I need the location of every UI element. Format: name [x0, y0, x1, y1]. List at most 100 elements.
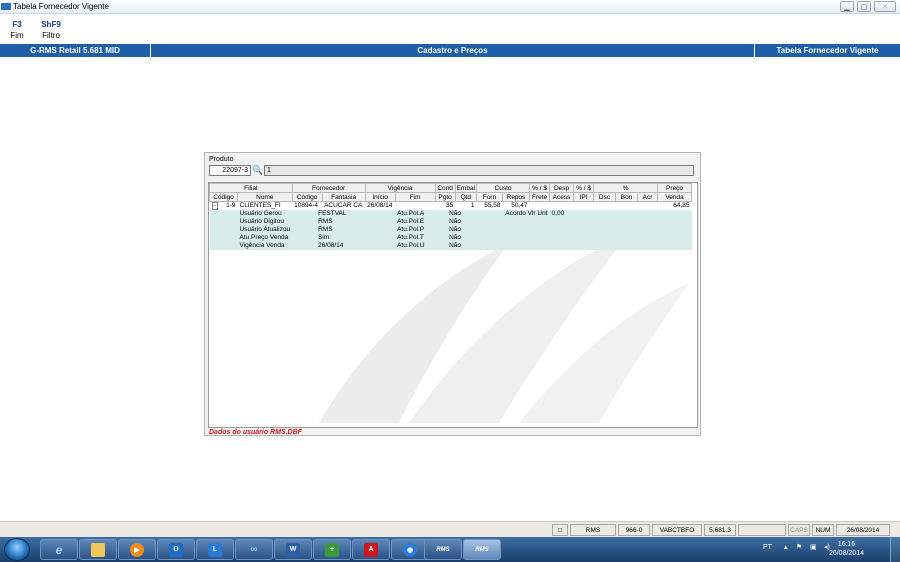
fkey-filtro[interactable]: ShF9 Filtro: [38, 20, 64, 40]
install-icon[interactable]: +: [313, 539, 351, 560]
collapse-toggle-icon[interactable]: −: [211, 202, 219, 210]
main-panel: Produto 22097-3 🔍 1 Filial Fornecedor Vi…: [204, 152, 701, 436]
group-desp: Desp: [549, 183, 575, 193]
col-frete[interactable]: Frete: [529, 192, 551, 202]
detail-value: RMS: [292, 225, 366, 234]
cell-forn: 55,58: [476, 201, 503, 210]
detail-row: Usuário Digitou RMS Atu.Pol.E Não: [209, 217, 692, 226]
rms-icon[interactable]: RMS: [463, 539, 501, 560]
col-repos[interactable]: Repos: [502, 192, 531, 202]
status-user: RMS: [570, 524, 616, 536]
col-inicio[interactable]: Início: [364, 192, 396, 202]
cell-acr: [637, 201, 658, 210]
status-caps: CAPS: [788, 524, 810, 536]
cell-frete: [529, 201, 550, 210]
fkey-key: ShF9: [41, 20, 61, 29]
module-name: Cadastro e Preços: [417, 46, 488, 55]
detail-extra-value: 0,00: [549, 209, 594, 218]
group-embal: Embal: [454, 183, 478, 193]
col-venda[interactable]: Venda: [657, 192, 693, 202]
detail-row: Atu.Preço Venda Sim Atu.Pol.T Não: [209, 233, 692, 242]
col-qtd[interactable]: Qtd: [454, 192, 478, 202]
cell-acess: [549, 201, 574, 210]
col-acr[interactable]: Acr: [637, 192, 659, 202]
footer-message: Dados do usuário RMS.DBF: [209, 429, 302, 436]
col-fantasia[interactable]: Fantasia: [321, 192, 366, 202]
group-pct2: % / $: [573, 183, 595, 193]
supplier-grid[interactable]: Filial Fornecedor Vigência Cond Embal Cu…: [208, 182, 698, 428]
cell-ipi: [573, 201, 594, 210]
group-pct3: %: [593, 183, 659, 193]
col-ipi[interactable]: IPI: [573, 192, 595, 202]
detail-flag: Não: [435, 209, 477, 218]
network-icon[interactable]: ▣: [810, 543, 817, 551]
detail-row: Usuário Gerou FESTVAL Atu.Pol.A Não Acor…: [209, 209, 692, 218]
col-fim[interactable]: Fim: [394, 192, 436, 202]
col-forn-codigo[interactable]: Código: [291, 192, 323, 202]
printer-icon[interactable]: □: [552, 524, 568, 536]
outlook-icon[interactable]: O: [157, 539, 195, 560]
show-desktop-button[interactable]: [890, 537, 900, 562]
flag-icon[interactable]: ⚑: [796, 543, 802, 551]
cell-inicio: 26/08/14: [365, 201, 396, 210]
col-bon[interactable]: Bon: [615, 192, 639, 202]
header-band: G-RMS Retail 5.681 MID Cadastro e Preços…: [0, 44, 900, 57]
taskbar: e ▶ O L ∞ W + A ◉ RMS RMS PT ▴ ⚑ ▣ ◂) 16…: [0, 537, 900, 562]
col-acess[interactable]: Acess: [549, 192, 575, 202]
col-forn[interactable]: Forn: [476, 192, 504, 202]
cell-fantasia: ACUCAR CA: [322, 201, 366, 210]
fkey-fim[interactable]: F3 Fim: [6, 20, 28, 40]
start-button[interactable]: [4, 538, 30, 561]
window-title-bar: Tabela Fornecedor Vigente ▁ ▢ ✕: [0, 0, 900, 14]
close-button[interactable]: ✕: [874, 1, 896, 12]
cell-dsc: [593, 201, 616, 210]
status-code: 966-0: [618, 524, 650, 536]
binoculars-icon[interactable]: 🔍: [252, 165, 263, 176]
status-version: 5.681.3: [704, 524, 736, 536]
word-icon[interactable]: W: [274, 539, 312, 560]
status-num: NUM: [812, 524, 834, 536]
lync-icon[interactable]: L: [196, 539, 234, 560]
media-icon[interactable]: ▶: [118, 539, 156, 560]
detail-label: Vigência Venda: [237, 241, 293, 250]
tray-lang[interactable]: PT: [763, 544, 772, 551]
detail-pol: Atu.Pol.U: [365, 241, 436, 250]
system-name: G-RMS Retail 5.681 MID: [0, 44, 151, 57]
rms-icon[interactable]: RMS: [424, 539, 462, 560]
clock[interactable]: 16:16 26/08/2014: [829, 540, 864, 558]
grid-group-header: Filial Fornecedor Vigência Cond Embal Cu…: [209, 183, 693, 193]
col-dsc[interactable]: Dsc: [593, 192, 617, 202]
cell-repos: 50,47: [502, 201, 530, 210]
explorer-icon[interactable]: [79, 539, 117, 560]
group-preco: Preço: [657, 183, 693, 193]
minimize-button[interactable]: ▁: [840, 1, 854, 12]
table-row[interactable]: −1-9 CLIENTES_FI 10894-4 ACUCAR CA 26/08…: [209, 201, 692, 210]
fkey-key: F3: [12, 20, 22, 29]
acrobat-icon[interactable]: A: [352, 539, 390, 560]
cell-codigo: −1-9: [209, 201, 238, 210]
grid-table: Filial Fornecedor Vigência Cond Embal Cu…: [209, 183, 693, 250]
window-title: Tabela Fornecedor Vigente: [13, 2, 109, 11]
link-icon[interactable]: ∞: [235, 539, 273, 560]
clock-time: 16:16: [837, 541, 856, 548]
group-filial: Filial: [209, 183, 293, 193]
screen-name: Tabela Fornecedor Vigente: [754, 44, 900, 57]
maximize-button[interactable]: ▢: [857, 1, 871, 12]
clock-date: 26/08/2014: [828, 550, 864, 557]
status-empty: [738, 524, 786, 536]
detail-row: Vigência Venda 26/08/14 Atu.Pol.U Não: [209, 241, 692, 250]
status-date: 26/08/2014: [836, 524, 890, 536]
col-codigo[interactable]: Código: [209, 192, 238, 202]
detail-pol: Atu.Pol.T: [365, 233, 436, 242]
detail-value: FESTVAL: [292, 209, 366, 218]
col-nome[interactable]: Nome: [237, 192, 293, 202]
tray-arrow-icon[interactable]: ▴: [784, 543, 788, 551]
cell-bon: [615, 201, 638, 210]
cell-pgto: 35: [435, 201, 456, 210]
ie-icon[interactable]: e: [40, 539, 78, 560]
produto-code-input[interactable]: 22097-3: [209, 165, 251, 176]
detail-flag: Não: [435, 241, 477, 250]
cell-fim: [395, 201, 436, 210]
col-pgto[interactable]: Pgto: [434, 192, 456, 202]
detail-value: RMS: [292, 217, 366, 226]
